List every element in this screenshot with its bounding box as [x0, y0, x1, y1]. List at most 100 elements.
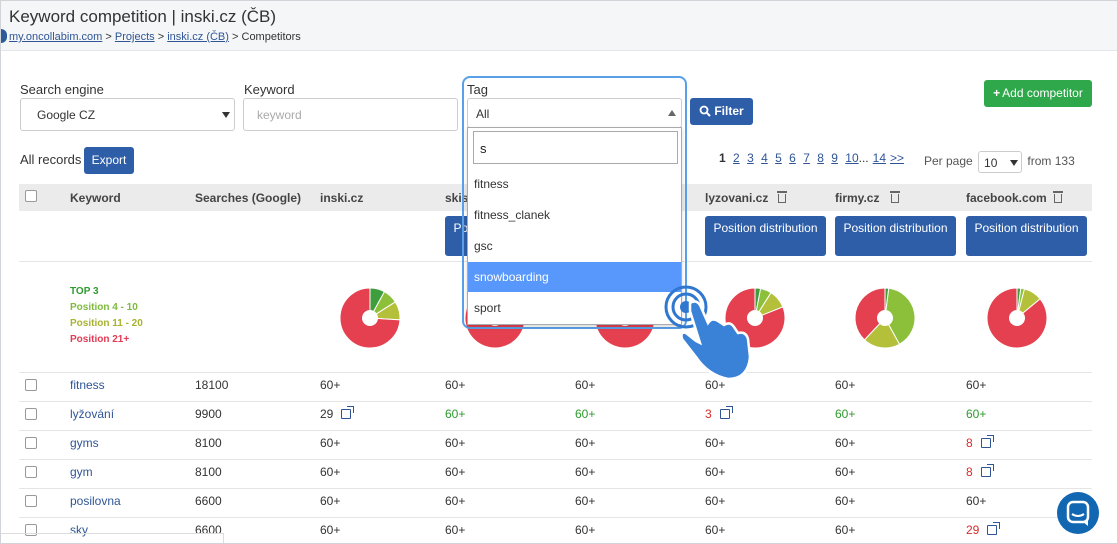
- select-all-checkbox[interactable]: [25, 190, 37, 202]
- tag-option[interactable]: fitness: [468, 169, 681, 199]
- row-checkbox[interactable]: [25, 437, 37, 449]
- col-inski[interactable]: inski.cz: [320, 191, 363, 205]
- col-keyword[interactable]: Keyword: [70, 191, 121, 205]
- tag-dropdown: s fitness fitness_clanek gsc snowboardin…: [467, 127, 682, 325]
- breadcrumb-projects[interactable]: Projects: [115, 31, 155, 43]
- col-searches[interactable]: Searches (Google): [195, 191, 301, 205]
- page-link[interactable]: 10: [845, 151, 858, 165]
- position-cell: 60+: [575, 494, 596, 508]
- position-cell: 60+: [835, 494, 856, 508]
- export-button[interactable]: Export: [84, 147, 134, 174]
- page-link[interactable]: 4: [761, 151, 768, 165]
- per-page-select[interactable]: 10: [978, 151, 1023, 173]
- position-cell: 60+: [835, 465, 856, 479]
- position-cell: 60+: [320, 523, 341, 537]
- page-link[interactable]: 6: [789, 151, 796, 165]
- divider: [19, 372, 1092, 373]
- row-checkbox[interactable]: [25, 379, 37, 391]
- position-cell: 60+: [445, 465, 466, 479]
- keyword-link[interactable]: posilovna: [70, 494, 121, 508]
- tap-hand-icon: [664, 285, 752, 381]
- position-cell: 29: [966, 522, 1001, 537]
- external-link-icon[interactable]: [987, 522, 1001, 535]
- plus-icon: +: [993, 86, 1001, 100]
- page-link[interactable]: 8: [817, 151, 824, 165]
- position-cell: 60+: [966, 494, 987, 508]
- position-cell: 8: [966, 435, 994, 450]
- search-engine-select[interactable]: Google CZ: [20, 98, 235, 131]
- breadcrumb-current: Competitors: [241, 31, 301, 43]
- all-records-label: All records: [20, 152, 82, 167]
- external-link-icon[interactable]: [341, 406, 355, 419]
- trash-icon[interactable]: [1053, 191, 1063, 203]
- position-cell: 60+: [705, 465, 726, 479]
- row-divider: [19, 459, 1092, 460]
- trash-icon[interactable]: [890, 191, 900, 203]
- position-distribution-button[interactable]: Position distribution: [705, 216, 826, 256]
- search-engine-label: Search engine: [20, 82, 104, 97]
- position-cell: 60+: [445, 494, 466, 508]
- page-link-last[interactable]: 14: [873, 151, 886, 165]
- position-cell: 60+: [835, 523, 856, 537]
- keyword-input[interactable]: keyword: [243, 98, 458, 131]
- position-cell: 60+: [966, 407, 987, 421]
- breadcrumb-project[interactable]: inski.cz (ČB): [167, 31, 229, 43]
- page-link[interactable]: 5: [775, 151, 782, 165]
- breadcrumb: my.oncollabim.com > Projects > inski.cz …: [9, 31, 301, 43]
- keyword-link[interactable]: gyms: [70, 436, 99, 450]
- position-cell: 60+: [835, 407, 856, 421]
- per-page: Per page 10 from 133: [924, 151, 1075, 173]
- position-cell: 60+: [705, 523, 726, 537]
- chat-button[interactable]: [1057, 492, 1099, 534]
- external-link-icon[interactable]: [719, 406, 733, 419]
- row-checkbox[interactable]: [25, 408, 37, 420]
- position-cell: 60+: [445, 436, 466, 450]
- page-link[interactable]: 7: [803, 151, 810, 165]
- position-cell: 60+: [705, 494, 726, 508]
- scrollbar[interactable]: [1, 533, 224, 543]
- keyword-link[interactable]: lyžování: [70, 407, 114, 421]
- position-cell: 60+: [966, 378, 987, 392]
- add-competitor-button[interactable]: + Add competitor: [984, 80, 1092, 107]
- col-lyzovani[interactable]: lyzovani.cz: [705, 191, 768, 205]
- tag-option[interactable]: sport: [468, 293, 681, 323]
- position-cell: 8: [966, 464, 994, 479]
- position-cell: 60+: [445, 407, 466, 421]
- position-cell: 60+: [320, 436, 341, 450]
- row-divider: [19, 430, 1092, 431]
- tag-option-highlighted[interactable]: snowboarding: [468, 262, 681, 292]
- page-link[interactable]: 9: [831, 151, 838, 165]
- row-divider: [19, 517, 1092, 518]
- page-link[interactable]: 3: [747, 151, 754, 165]
- col-firmy[interactable]: firmy.cz: [835, 191, 879, 205]
- row-checkbox[interactable]: [25, 495, 37, 507]
- pie-hole: [362, 310, 378, 326]
- position-cell: 29: [320, 406, 355, 421]
- position-cell: 60+: [835, 378, 856, 392]
- external-link-icon[interactable]: [980, 435, 994, 448]
- filter-button[interactable]: Filter: [690, 98, 753, 125]
- position-distribution-button[interactable]: Position distribution: [835, 216, 956, 256]
- page-next[interactable]: >>: [890, 151, 904, 165]
- tag-option[interactable]: gsc: [468, 231, 681, 261]
- page-link[interactable]: 2: [733, 151, 740, 165]
- page-title: Keyword competition | inski.cz (ČB): [9, 7, 277, 26]
- searches-value: 9900: [195, 407, 222, 421]
- searches-value: 18100: [195, 378, 229, 392]
- search-icon: [699, 105, 712, 117]
- col-facebook[interactable]: facebook.com: [966, 191, 1047, 205]
- keyword-link[interactable]: fitness: [70, 378, 105, 392]
- tag-search-input[interactable]: s: [473, 131, 678, 164]
- searches-value: 6600: [195, 494, 222, 508]
- keyword-label: Keyword: [244, 82, 295, 97]
- breadcrumb-home[interactable]: my.oncollabim.com: [9, 31, 102, 43]
- keyword-placeholder: keyword: [257, 108, 302, 122]
- keyword-link[interactable]: gym: [70, 465, 93, 479]
- position-cell: 60+: [320, 378, 341, 392]
- position-distribution-button[interactable]: Position distribution: [966, 216, 1087, 256]
- tag-option[interactable]: fitness_clanek: [468, 200, 681, 230]
- external-link-icon[interactable]: [980, 464, 994, 477]
- position-cell: 60+: [445, 378, 466, 392]
- trash-icon[interactable]: [777, 191, 787, 203]
- row-checkbox[interactable]: [25, 466, 37, 478]
